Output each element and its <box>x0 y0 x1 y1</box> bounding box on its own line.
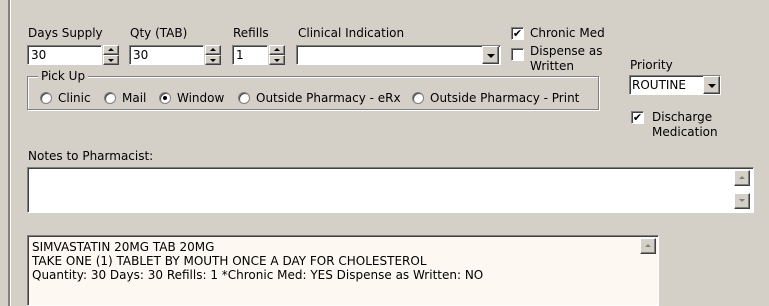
days-supply-spinner[interactable] <box>103 45 119 65</box>
refills-input[interactable]: 1 <box>232 45 268 65</box>
pickup-radio-window[interactable] <box>159 92 171 104</box>
dispense-as-written-label-2: Written <box>530 59 574 73</box>
pickup-option-window[interactable]: Window <box>177 91 224 105</box>
notes-textarea[interactable] <box>27 167 754 213</box>
pickup-group-title: Pick Up <box>38 69 89 83</box>
order-details-line: Quantity: 30 Days: 30 Refills: 1 *Chroni… <box>32 268 484 282</box>
order-scroll-up-button[interactable] <box>640 238 656 254</box>
scroll-up-icon <box>739 176 745 179</box>
dispense-as-written-checkbox[interactable] <box>511 48 524 61</box>
pickup-option-mail[interactable]: Mail <box>122 91 146 105</box>
pickup-radio-clinic[interactable] <box>40 92 52 104</box>
spin-up-icon[interactable] <box>269 45 285 55</box>
spin-up-icon[interactable] <box>103 45 119 55</box>
notes-label: Notes to Pharmacist: <box>28 149 154 163</box>
pickup-radio-outside-print[interactable] <box>412 92 424 104</box>
notes-scroll-down-button[interactable] <box>734 193 750 209</box>
spin-down-icon[interactable] <box>205 55 221 65</box>
order-summary-box: SIMVASTATIN 20MG TAB 20MG TAKE ONE (1) T… <box>27 235 659 306</box>
clinical-indication-label: Clinical Indication <box>298 26 405 40</box>
chevron-down-icon <box>487 54 495 58</box>
clinical-indication-dropdown-button[interactable] <box>482 46 499 64</box>
spin-down-icon[interactable] <box>269 55 285 65</box>
pickup-radio-mail[interactable] <box>104 92 116 104</box>
chronic-med-checkbox[interactable]: ✔ <box>511 27 524 40</box>
pickup-option-outside-erx[interactable]: Outside Pharmacy - eRx <box>256 91 401 105</box>
refills-label: Refills <box>233 26 269 40</box>
days-supply-input[interactable]: 30 <box>27 45 102 65</box>
window-edge <box>8 0 11 306</box>
clinical-indication-select[interactable] <box>296 45 501 65</box>
check-icon: ✔ <box>632 111 643 124</box>
qty-spinner[interactable] <box>205 45 221 65</box>
spin-down-icon[interactable] <box>103 55 119 65</box>
radio-selected-icon <box>163 96 167 100</box>
discharge-medication-label-1: Discharge <box>652 110 713 124</box>
priority-label: Priority <box>630 58 673 72</box>
refills-spinner[interactable] <box>269 45 285 65</box>
discharge-medication-checkbox[interactable]: ✔ <box>631 111 644 124</box>
qty-label: Qty (TAB) <box>130 26 188 40</box>
order-sig-line: TAKE ONE (1) TABLET BY MOUTH ONCE A DAY … <box>32 254 427 268</box>
pickup-option-clinic[interactable]: Clinic <box>58 91 91 105</box>
pickup-radio-outside-erx[interactable] <box>238 92 250 104</box>
dispense-as-written-label-1: Dispense as <box>530 44 603 58</box>
check-icon: ✔ <box>512 27 523 40</box>
qty-input[interactable]: 30 <box>129 45 204 65</box>
order-drug-line: SIMVASTATIN 20MG TAB 20MG <box>32 240 215 254</box>
days-supply-label: Days Supply <box>28 26 103 40</box>
chronic-med-label: Chronic Med <box>530 26 605 40</box>
spin-up-icon[interactable] <box>205 45 221 55</box>
pickup-option-outside-print[interactable]: Outside Pharmacy - Print <box>430 91 579 105</box>
scroll-up-icon <box>645 244 651 247</box>
scroll-down-icon <box>739 199 745 202</box>
priority-dropdown-button[interactable] <box>703 76 720 94</box>
notes-scroll-up-button[interactable] <box>734 170 750 186</box>
discharge-medication-label-2: Medication <box>652 125 718 139</box>
chevron-down-icon <box>708 84 716 88</box>
